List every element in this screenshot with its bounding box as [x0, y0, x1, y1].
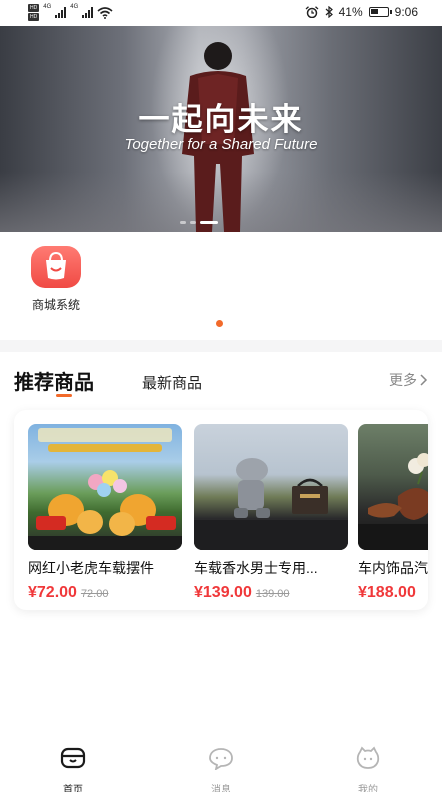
- wifi-icon: [97, 6, 113, 19]
- signal-icon: [82, 7, 94, 18]
- product-name: 车内饰品汽车: [358, 560, 428, 576]
- product-image: [358, 424, 428, 550]
- home-icon: [60, 747, 86, 769]
- tab-active-indicator: [56, 394, 72, 397]
- mall-system-label: 商城系统: [31, 298, 80, 312]
- banner-subtitle: Together for a Shared Future: [124, 136, 318, 153]
- product-original-price: 139.00: [255, 588, 290, 600]
- more-link[interactable]: 更多: [389, 370, 428, 390]
- sim-indicator: HD HD: [28, 4, 40, 21]
- banner-dot-active: [200, 221, 218, 224]
- chevron-right-icon: [420, 374, 428, 386]
- product-original-price: 72.00: [80, 588, 109, 600]
- bottom-tab-bar: 首页 消息 我的: [0, 742, 442, 792]
- clock: 9:06: [394, 5, 418, 19]
- product-price: ¥139.00: [194, 584, 252, 601]
- banner-pagination: [180, 221, 218, 224]
- battery-icon: [368, 7, 392, 17]
- shopping-bag-icon: [31, 246, 81, 288]
- product-card[interactable]: 车载香水男士专用... ¥139.00 139.00: [194, 424, 350, 602]
- product-name: 车载香水男士专用...: [194, 560, 318, 576]
- mall-system-entry[interactable]: 商城系统: [20, 246, 92, 313]
- message-icon: [209, 748, 233, 771]
- status-bar: HD HD 4G 4G 41% 9:06: [0, 0, 442, 26]
- hero-banner[interactable]: 一起向未来 Together for a Shared Future: [0, 26, 442, 232]
- tab-messages-label: 消息: [211, 785, 231, 792]
- alarm-icon: [305, 6, 319, 18]
- product-price: ¥72.00: [28, 584, 77, 601]
- tab-profile[interactable]: 我的: [338, 746, 398, 792]
- battery-percent: 41%: [338, 5, 363, 19]
- product-price: ¥188.00: [358, 584, 416, 601]
- section-divider: [0, 340, 442, 352]
- tab-messages[interactable]: 消息: [191, 746, 251, 792]
- signal-icon: [55, 7, 67, 18]
- banner-title: 一起向未来: [138, 102, 304, 138]
- network-type: 4G: [43, 4, 52, 10]
- tab-home-label: 首页: [63, 785, 83, 792]
- profile-icon: [356, 746, 380, 769]
- product-list: 网红小老虎车载摆件 ¥72.00 72.00 车载香水男士专用... ¥139.…: [14, 410, 428, 610]
- entry-page-indicator: [216, 320, 223, 327]
- tab-home[interactable]: 首页: [43, 746, 103, 792]
- product-tabs: 推荐商品 最新商品 更多: [14, 364, 430, 400]
- banner-dot: [180, 221, 186, 224]
- bluetooth-icon: [325, 6, 333, 18]
- product-card[interactable]: 网红小老虎车载摆件 ¥72.00 72.00: [28, 424, 184, 602]
- product-name: 网红小老虎车载摆件: [28, 560, 154, 576]
- banner-dot: [190, 221, 196, 224]
- tab-recommended[interactable]: 推荐商品: [14, 366, 94, 395]
- tab-profile-label: 我的: [358, 785, 378, 792]
- tab-latest[interactable]: 最新商品: [142, 372, 202, 393]
- product-card[interactable]: 车内饰品汽车 ¥188.00: [358, 424, 428, 602]
- product-image: [28, 424, 182, 550]
- product-image: [194, 424, 348, 550]
